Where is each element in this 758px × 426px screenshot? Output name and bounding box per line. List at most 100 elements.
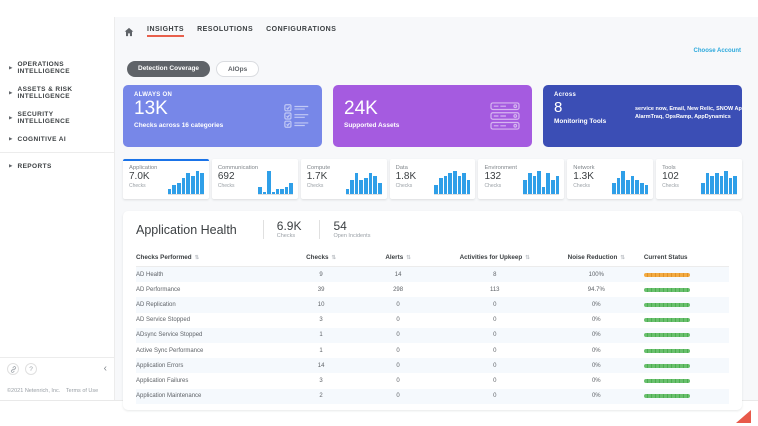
- upkeep-value: 0: [493, 347, 497, 354]
- sidebar-item-label: OPERATIONS INTELLIGENCE: [17, 60, 70, 75]
- sidebar-item-label: ASSETS & RISK INTELLIGENCE: [17, 85, 73, 100]
- bar: [172, 184, 177, 194]
- noise-reduction-value: 0%: [591, 377, 601, 384]
- column-header-current-status: Current Status: [644, 254, 729, 261]
- upkeep-value: 0: [493, 377, 497, 384]
- category-tile-communication[interactable]: Communication 692 Checks: [211, 159, 298, 199]
- monitoring-tools-card[interactable]: Across 8 Monitoring Tools service now, E…: [543, 85, 742, 147]
- bar: [364, 177, 368, 194]
- home-icon[interactable]: [124, 27, 134, 37]
- bar: [537, 171, 541, 194]
- alerts-value: 14: [394, 271, 402, 278]
- always-on-checks-card[interactable]: ALWAYS ON 13K Checks across 16 categorie…: [123, 85, 322, 147]
- supported-assets-card[interactable]: 24K Supported Assets: [333, 85, 532, 147]
- bar: [181, 177, 186, 194]
- noise-reduction-value: 0%: [591, 347, 601, 354]
- tile-bar-chart: [345, 170, 382, 195]
- bar: [630, 175, 635, 194]
- table-row[interactable]: AD Replication 10 0 0 0%: [136, 297, 729, 313]
- bar: [714, 173, 719, 194]
- bar: [373, 175, 377, 194]
- bar: [280, 189, 284, 194]
- nav-item-resolutions[interactable]: RESOLUTIONS: [197, 26, 253, 37]
- tile-info: Tools 102 Checks: [662, 165, 679, 197]
- sidebar-item-cognitive-ai[interactable]: ▶ COGNITIVE AI: [0, 130, 114, 148]
- top-nav: INSIGHTS RESOLUTIONS CONFIGURATIONS: [115, 17, 758, 37]
- table-row[interactable]: Application Errors 14 0 0 0%: [136, 358, 729, 374]
- table-row[interactable]: AD Performance 39 298 113 94.7%: [136, 282, 729, 297]
- table-row[interactable]: AD Service Stopped 3 0 0 0%: [136, 313, 729, 328]
- sort-icon[interactable]: ⇅: [525, 255, 530, 261]
- table-row[interactable]: Application Maintenance 2 0 0 0%: [136, 388, 729, 404]
- sort-icon[interactable]: ⇅: [406, 255, 411, 261]
- nav-item-configurations[interactable]: CONFIGURATIONS: [266, 26, 336, 37]
- status-cell: [643, 318, 729, 323]
- help-icon[interactable]: ?: [25, 363, 37, 375]
- application-health-card: Application Health 6.9K Checks 54 Open I…: [123, 211, 742, 410]
- category-tile-application[interactable]: Application 7.0K Checks: [123, 159, 209, 199]
- nav-item-insights[interactable]: INSIGHTS: [147, 26, 185, 37]
- checks-value: 1: [319, 347, 323, 354]
- sidebar-nav: ▶ OPERATIONS INTELLIGENCE ▶ ASSETS & RISK I…: [0, 17, 114, 175]
- category-tile-tools[interactable]: Tools 102 Checks: [656, 159, 743, 199]
- aiops-button[interactable]: AIOps: [216, 61, 260, 77]
- choose-account-link[interactable]: Choose Account: [694, 48, 741, 54]
- sort-icon[interactable]: ⇅: [620, 255, 625, 261]
- sidebar-item-security-intelligence[interactable]: ▶ SECURITY INTELLIGENCE: [0, 105, 114, 130]
- bar: [439, 177, 443, 194]
- column-label: Alerts: [385, 254, 404, 261]
- column-label: Checks Performed: [136, 254, 192, 261]
- sidebar: ▶ OPERATIONS INTELLIGENCE ▶ ASSETS & RISK I…: [0, 17, 115, 400]
- bar: [275, 189, 280, 194]
- bar: [612, 182, 616, 194]
- category-tile-compute[interactable]: Compute 1.7K Checks: [300, 159, 387, 199]
- table-row[interactable]: ADsync Service Stopped 1 0 0 0%: [136, 327, 729, 343]
- upkeep-value: 0: [493, 393, 497, 400]
- tile-bar-chart: [258, 170, 293, 195]
- category-tile-environment[interactable]: Environment 132 Checks: [478, 159, 565, 199]
- status-cell: [643, 287, 729, 292]
- bar: [271, 191, 275, 194]
- tile-value: 132: [484, 171, 502, 182]
- link-icon[interactable]: [7, 363, 19, 375]
- table-body: AD Health 9 14 8 100% AD Performance 39 298 113 9…: [136, 267, 729, 404]
- sort-icon[interactable]: ⇅: [195, 255, 200, 261]
- tile-value: 1.7K: [306, 171, 328, 182]
- bar: [350, 180, 354, 194]
- alerts-value: 0: [396, 317, 400, 324]
- sidebar-item-label: REPORTS: [17, 162, 52, 170]
- bar: [457, 175, 462, 194]
- checks-value: 14: [317, 362, 325, 369]
- sidebar-item-operations-intelligence[interactable]: ▶ OPERATIONS INTELLIGENCE: [0, 55, 114, 80]
- status-cell: [643, 394, 729, 399]
- check-name: Active Sync Performance: [136, 347, 204, 354]
- collapse-sidebar-icon[interactable]: ‹: [104, 364, 107, 374]
- checks-table: Checks Performed ⇅ Checks ⇅ Alerts ⇅ Activitie…: [136, 250, 729, 404]
- checks-stat-label: Checks: [276, 233, 296, 239]
- sidebar-item-reports[interactable]: ▶ REPORTS: [0, 157, 114, 175]
- bar: [267, 171, 271, 194]
- column-label: Noise Reduction: [567, 254, 618, 261]
- status-cell: [643, 272, 729, 277]
- table-row[interactable]: Active Sync Performance 1 0 0 0%: [136, 343, 729, 358]
- category-tile-data[interactable]: Data 1.8K Checks: [389, 159, 476, 199]
- category-tile-network[interactable]: Network 1.3K Checks: [567, 159, 654, 199]
- checks-value: 39: [317, 286, 325, 293]
- checks-value: 10: [317, 301, 325, 308]
- table-row[interactable]: AD Health 9 14 8 100%: [136, 267, 729, 283]
- detection-coverage-button[interactable]: Detection Coverage: [127, 61, 211, 77]
- checks-value: 1: [319, 332, 323, 339]
- bar: [284, 187, 289, 194]
- column-label: Checks: [306, 254, 329, 261]
- tile-unit: Checks: [573, 183, 590, 189]
- terms-of-use-link[interactable]: Terms of Use: [66, 388, 98, 394]
- bar: [434, 184, 439, 194]
- status-cell: [643, 348, 729, 353]
- bar: [262, 191, 267, 194]
- account-row: Choose Account: [115, 37, 758, 57]
- sidebar-item-assets-risk-intelligence[interactable]: ▶ ASSETS & RISK INTELLIGENCE: [0, 80, 114, 105]
- sort-icon[interactable]: ⇅: [332, 255, 337, 261]
- table-row[interactable]: Application Failures 3 0 0 0%: [136, 373, 729, 388]
- monitoring-tools-list: service now, Email, New Relic, SNOW App,…: [635, 106, 742, 120]
- bar: [719, 175, 724, 194]
